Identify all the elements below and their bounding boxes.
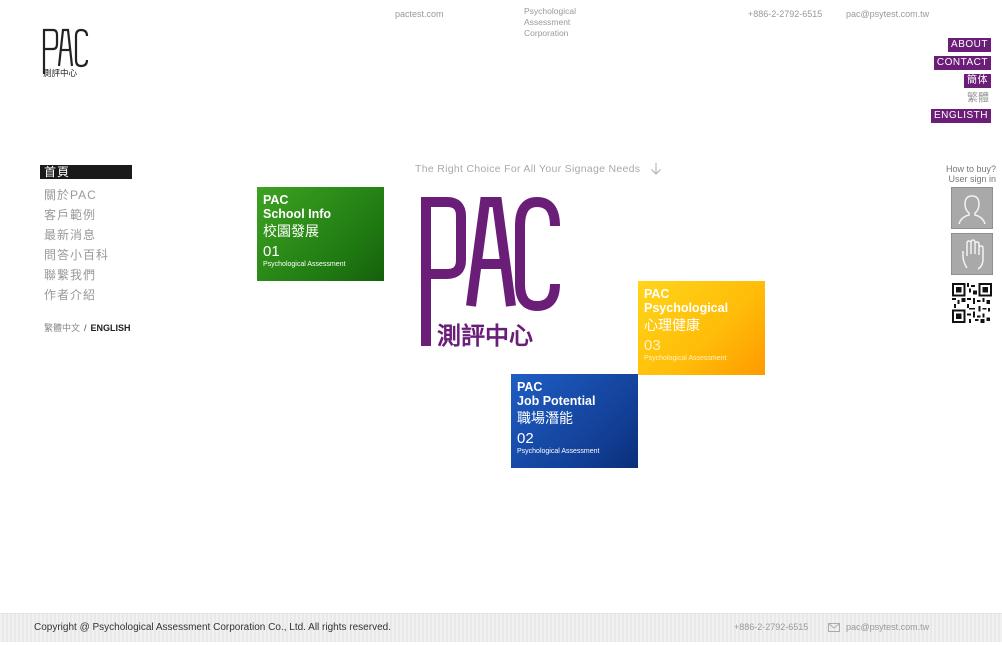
nav-item-faq[interactable]: 問答小百科	[40, 245, 132, 265]
contact-button[interactable]: CONTACT	[933, 56, 991, 70]
tile-caption: Psychological Assessment	[517, 448, 600, 455]
buy-button[interactable]	[951, 233, 993, 275]
tagline: The Right Choice For All Your Signage Ne…	[415, 162, 662, 176]
tile-title-en: Job Potential	[517, 394, 596, 408]
lang-english-link[interactable]: ENGLISH	[91, 323, 131, 333]
tile-caption: Psychological Assessment	[263, 261, 346, 268]
tile-number: 03	[644, 337, 661, 354]
pac-big-logo: 測評中心	[421, 196, 560, 350]
language-switch: 繁體中文 / ENGLISH	[44, 321, 131, 334]
tile-title-en: School Info	[263, 207, 332, 221]
hand-icon	[962, 239, 984, 270]
tile-school-info[interactable]: PAC School Info 校園發展 01 Psychological As…	[257, 187, 384, 281]
right-top-menu: ABOUT CONTACT 簡体 繁體 ENGLISTH	[921, 38, 991, 123]
left-nav: 首頁 關於PAC 客戶範例 最新消息 問答小百科 聯繫我們 作者介紹	[40, 165, 132, 305]
footer-phone: +886-2-2792-6515	[734, 622, 809, 632]
header-phone: +886-2-2792-6515	[748, 9, 823, 19]
about-button[interactable]: ABOUT	[948, 38, 991, 52]
nav-item-authors[interactable]: 作者介紹	[40, 285, 132, 305]
corp-name-line: Psychological	[524, 6, 576, 16]
tagline-text: The Right Choice For All Your Signage Ne…	[415, 162, 641, 175]
user-sign-in-label[interactable]: User sign in	[946, 174, 996, 184]
english-button[interactable]: ENGLISTH	[930, 109, 991, 123]
tile-job-potential[interactable]: PAC Job Potential 職場潛能 02 Psychological …	[511, 374, 638, 468]
simplified-chinese-button[interactable]: 簡体	[964, 74, 991, 88]
tile-psychological[interactable]: PAC Psychological 心理健康 03 Psychological …	[638, 281, 765, 375]
nav-item-home[interactable]: 首頁	[40, 165, 132, 179]
traditional-chinese-button[interactable]: 繁體	[965, 92, 991, 105]
how-to-buy: How to buy? User sign in	[946, 164, 996, 184]
tile-caption: Psychological Assessment	[644, 355, 727, 362]
corp-name: Psychological Assessment Corporation	[524, 6, 594, 39]
nav-item-about[interactable]: 關於PAC	[40, 185, 132, 205]
qr-code-icon[interactable]	[952, 283, 992, 323]
arrow-down-icon	[650, 163, 661, 175]
footer-email[interactable]: pac@psytest.com.tw	[846, 622, 929, 632]
copyright-text: Copyright @ Psychological Assessment Cor…	[34, 622, 391, 633]
tile-number: 02	[517, 430, 534, 447]
mail-icon	[828, 623, 840, 632]
tile-title-en: Psychological	[644, 301, 729, 315]
tile-brand: PAC	[644, 287, 670, 301]
tile-brand: PAC	[517, 380, 543, 394]
lang-separator: /	[84, 323, 87, 333]
user-icon	[958, 195, 986, 225]
nav-item-contact[interactable]: 聯繫我們	[40, 265, 132, 285]
user-sign-in-button[interactable]	[951, 187, 993, 229]
tile-brand: PAC	[263, 193, 289, 207]
logo-subtitle: 測評中心	[43, 68, 78, 78]
pac-logo[interactable]: 測評中心	[41, 26, 91, 78]
header-email[interactable]: pac@psytest.com.tw	[846, 9, 929, 19]
site-link[interactable]: pactest.com	[395, 9, 444, 19]
tile-title-zh: 職場潛能	[517, 410, 573, 426]
how-to-buy-label[interactable]: How to buy?	[946, 164, 996, 174]
tile-title-zh: 心理健康	[644, 317, 700, 333]
big-logo-subtitle: 測評中心	[437, 322, 533, 350]
corp-name-line: Corporation	[524, 28, 569, 38]
lang-traditional-link[interactable]: 繁體中文	[44, 323, 80, 333]
tile-title-zh: 校園發展	[263, 223, 319, 239]
tile-number: 01	[263, 243, 280, 260]
nav-item-clients[interactable]: 客戶範例	[40, 205, 132, 225]
corp-name-line: Assessment	[524, 17, 571, 27]
nav-item-news[interactable]: 最新消息	[40, 225, 132, 245]
